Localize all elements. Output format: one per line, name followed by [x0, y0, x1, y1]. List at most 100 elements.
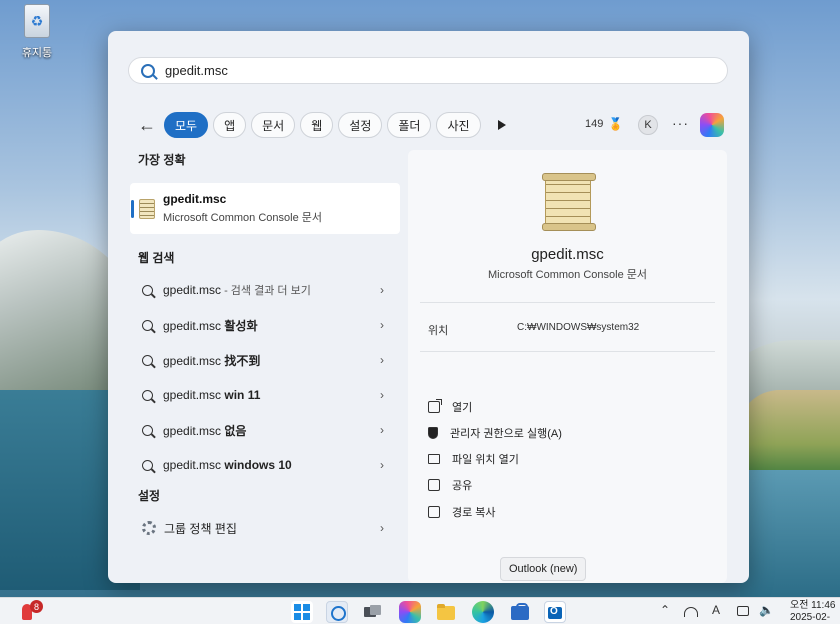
web-result-text: gpedit.msc win 11 [163, 388, 260, 402]
web-result-query: gpedit.msc [163, 318, 225, 333]
copilot-taskbar-icon[interactable] [399, 601, 421, 623]
msc-file-large-icon [542, 173, 596, 231]
filter-chip-settings[interactable]: 설정 [338, 112, 383, 138]
action-copy-path-label: 경로 복사 [452, 507, 496, 519]
action-open-file-location[interactable]: 파일 위치 열기 [428, 449, 519, 469]
recycle-bin-icon: ♻ [24, 4, 50, 38]
web-result-item[interactable]: gpedit.msc windows 10 › [130, 452, 400, 478]
settings-result-label: 그룹 정책 편집 [164, 521, 237, 536]
action-open-file-location-label: 파일 위치 열기 [452, 454, 519, 466]
filter-chip-documents[interactable]: 문서 [251, 112, 296, 138]
location-value: C:₩WINDOWS₩system32 [517, 322, 640, 333]
web-result-query: gpedit.msc [163, 423, 225, 438]
web-result-text: gpedit.msc - 검색 결과 더 보기 [163, 282, 311, 298]
back-arrow-icon[interactable]: ← [136, 114, 158, 136]
volume-icon[interactable]: 🔈 [759, 603, 774, 617]
best-match-subtitle: Microsoft Common Console 문서 [163, 212, 323, 224]
web-result-query: gpedit.msc [163, 353, 225, 368]
web-result-bold: 找不到 [224, 353, 261, 368]
recycle-bin-shortcut[interactable]: ♻ 휴지통 [14, 4, 60, 60]
preview-pane: gpedit.msc Microsoft Common Console 문서 위… [408, 150, 727, 583]
chevron-right-icon: › [380, 458, 384, 472]
web-result-query: gpedit.msc [163, 388, 225, 402]
more-filters-play-icon[interactable] [497, 120, 506, 130]
rewards-points[interactable]: 149 🏅 [585, 117, 623, 131]
filter-chip-all[interactable]: 모두 [164, 112, 209, 138]
shield-icon [428, 427, 438, 439]
search-box[interactable] [128, 57, 728, 84]
web-result-item[interactable]: gpedit.msc win 11 › [130, 382, 400, 408]
system-clock[interactable]: 오전 11:46 2025-02-05 [790, 600, 840, 624]
web-result-text: gpedit.msc 없음 [163, 422, 246, 439]
web-result-bold: 없음 [224, 423, 247, 438]
best-match-heading: 가장 정확 [138, 153, 186, 167]
ime-indicator[interactable]: A [712, 603, 720, 617]
copilot-icon[interactable] [700, 113, 724, 137]
search-icon [141, 63, 155, 78]
web-result-item[interactable]: gpedit.msc - 검색 결과 더 보기 › [130, 277, 400, 303]
widgets-button[interactable]: 8 [22, 600, 43, 620]
web-result-bold: win 11 [224, 388, 261, 402]
start-button[interactable] [291, 601, 313, 623]
web-result-item[interactable]: gpedit.msc 없음 › [130, 417, 400, 443]
chevron-right-icon: › [380, 353, 384, 367]
pen-icon[interactable] [737, 606, 749, 616]
filter-chip-apps[interactable]: 앱 [213, 112, 247, 138]
taskbar: 8 ⌃ A 🔈 오전 11:46 2025-02-05 [0, 597, 840, 624]
action-run-as-admin-label: 관리자 권한으로 실행(A) [450, 428, 562, 440]
action-copy-path[interactable]: 경로 복사 [428, 502, 496, 522]
network-icon[interactable] [684, 607, 698, 617]
chevron-right-icon: › [380, 423, 384, 437]
folder-icon [428, 454, 440, 464]
web-search-heading: 웹 검색 [138, 251, 175, 265]
taskbar-search-icon[interactable] [326, 601, 348, 623]
open-external-icon [428, 399, 442, 413]
edge-browser-icon[interactable] [472, 601, 494, 623]
settings-gear-icon [142, 521, 156, 535]
search-icon [142, 424, 153, 436]
tray-overflow-chevron-icon[interactable]: ⌃ [660, 603, 670, 617]
web-result-item[interactable]: gpedit.msc 활성화 › [130, 312, 400, 338]
action-open[interactable]: 열기 [428, 397, 472, 417]
web-result-text: gpedit.msc 找不到 [163, 352, 260, 369]
chevron-right-icon: › [380, 388, 384, 402]
outlook-icon[interactable] [544, 601, 566, 623]
best-match-result[interactable]: gpedit.msc Microsoft Common Console 문서 [130, 183, 400, 234]
search-icon [142, 459, 153, 471]
share-icon [428, 479, 440, 491]
copy-icon [428, 506, 440, 518]
wallpaper-grass-right [740, 390, 840, 480]
best-match-title: gpedit.msc [163, 192, 227, 206]
search-icon [142, 319, 153, 331]
filter-chip-web[interactable]: 웹 [300, 112, 334, 138]
rewards-points-value: 149 [585, 118, 604, 130]
search-icon [142, 389, 153, 401]
more-options-icon[interactable]: ··· [672, 115, 689, 131]
results-column: 가장 정확 gpedit.msc Microsoft Common Consol… [130, 151, 402, 536]
filter-chip-folders[interactable]: 폴더 [387, 112, 432, 138]
preview-divider [420, 302, 715, 303]
search-icon [142, 284, 153, 296]
web-result-query: gpedit.msc [163, 283, 222, 297]
file-explorer-icon[interactable] [435, 601, 457, 623]
task-view-icon[interactable] [361, 601, 383, 623]
clock-date: 2025-02-05 [790, 612, 831, 623]
web-result-suffix: - 검색 결과 더 보기 [221, 285, 311, 297]
search-input[interactable] [165, 63, 685, 78]
action-run-as-admin[interactable]: 관리자 권한으로 실행(A) [428, 423, 562, 443]
action-share[interactable]: 공유 [428, 475, 472, 495]
action-open-label: 열기 [452, 402, 473, 414]
microsoft-store-icon[interactable] [509, 601, 531, 623]
action-share-label: 공유 [452, 480, 473, 492]
filter-chip-photos[interactable]: 사진 [436, 112, 481, 138]
search-panel: ← 모두 앱 문서 웹 설정 폴더 사진 149 🏅 K ··· 가장 정확 g… [108, 31, 749, 583]
settings-result-group-policy[interactable]: 그룹 정책 편집 › [130, 515, 400, 541]
filter-bar: ← 모두 앱 문서 웹 설정 폴더 사진 149 🏅 K ··· [136, 111, 736, 139]
chevron-right-icon: › [380, 283, 384, 297]
user-avatar[interactable]: K [638, 115, 658, 135]
web-result-item[interactable]: gpedit.msc 找不到 › [130, 347, 400, 373]
outlook-new-tag[interactable]: Outlook (new) [500, 557, 587, 581]
chevron-right-icon: › [380, 521, 384, 535]
preview-divider [420, 351, 715, 352]
web-result-bold: windows 10 [224, 458, 292, 472]
